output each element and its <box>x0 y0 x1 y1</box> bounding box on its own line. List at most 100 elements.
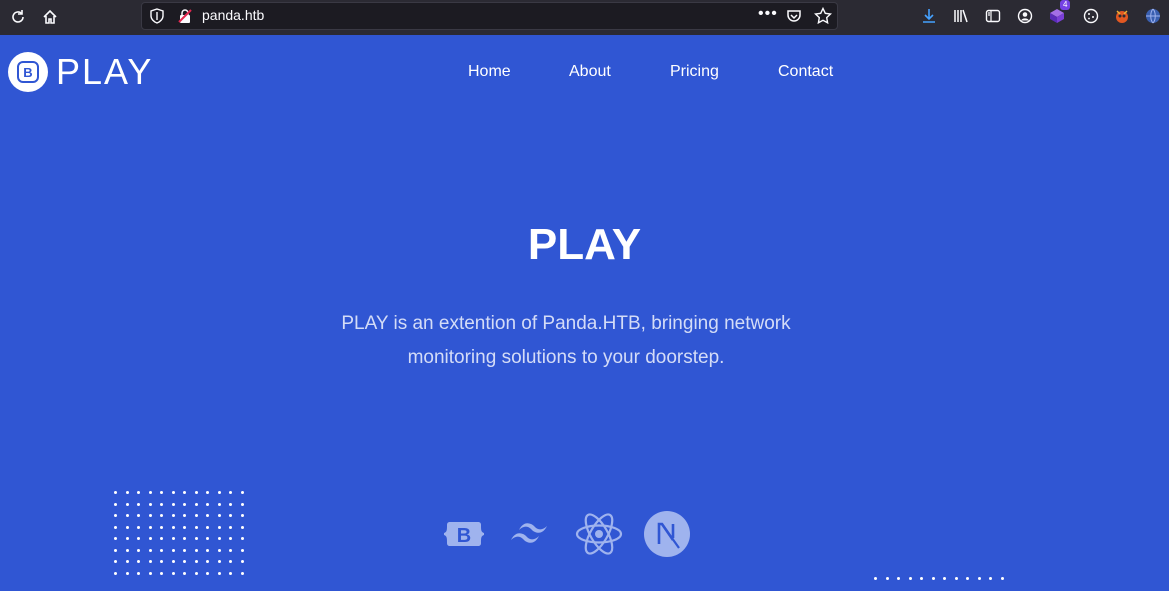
tailwind-icon <box>507 510 555 558</box>
sidebar-icon[interactable] <box>982 5 1004 27</box>
decorative-dot <box>943 577 946 580</box>
decorative-dot <box>229 548 232 552</box>
decorative-dot <box>217 560 221 563</box>
decorative-dot <box>171 502 175 506</box>
decorative-dot <box>114 502 117 506</box>
account-icon[interactable] <box>1014 5 1036 27</box>
decorative-dot <box>171 525 175 529</box>
decorative-dot <box>206 525 209 529</box>
reload-icon[interactable] <box>7 6 29 28</box>
decorative-dot <box>137 525 140 529</box>
decorative-dot <box>194 537 198 540</box>
decorative-dot <box>148 537 152 540</box>
decorative-dot <box>206 571 209 575</box>
decorative-dot <box>217 548 221 552</box>
decorative-dot <box>171 537 175 540</box>
decorative-dot <box>240 560 244 563</box>
decorative-dot <box>1000 577 1004 580</box>
decorative-dot <box>920 577 923 580</box>
decorative-dots-right <box>874 577 1014 589</box>
decorative-dot <box>160 537 163 540</box>
nav-pricing[interactable]: Pricing <box>670 63 719 81</box>
home-icon[interactable] <box>39 6 61 28</box>
decorative-dot <box>206 491 209 494</box>
decorative-dot <box>966 577 969 580</box>
decorative-dot <box>229 514 232 517</box>
decorative-dot <box>171 514 175 517</box>
globe-extension-icon[interactable] <box>1142 5 1164 27</box>
decorative-dot <box>114 491 117 494</box>
decorative-dot <box>125 514 129 517</box>
insecure-lock-icon[interactable] <box>177 8 193 28</box>
library-icon[interactable] <box>950 5 972 27</box>
decorative-dot <box>183 514 186 517</box>
decorative-dot <box>931 577 935 580</box>
decorative-dot <box>206 502 209 506</box>
decorative-dot <box>160 525 163 529</box>
decorative-dot <box>114 514 117 517</box>
decorative-dot <box>206 514 209 517</box>
decorative-dot <box>954 577 958 580</box>
decorative-dot <box>885 577 889 580</box>
decorative-dot <box>229 502 232 506</box>
nav-home[interactable]: Home <box>468 63 511 81</box>
decorative-dot <box>240 514 244 517</box>
decorative-dots-left <box>114 491 254 591</box>
decorative-dot <box>240 571 244 575</box>
decorative-dot <box>217 514 221 517</box>
decorative-dot <box>160 491 163 494</box>
url-text[interactable]: panda.htb <box>202 7 264 23</box>
decorative-dot <box>183 537 186 540</box>
extension-badge: 4 <box>1060 0 1071 10</box>
bootstrap-icon: B <box>440 510 488 558</box>
decorative-dot <box>148 525 152 529</box>
tracking-shield-icon[interactable] <box>149 8 165 28</box>
decorative-dot <box>183 571 186 575</box>
web-page: B PLAY Home About Pricing Contact PLAY P… <box>0 35 1169 591</box>
decorative-dot <box>217 502 221 506</box>
decorative-dot <box>160 571 163 575</box>
hero-description: PLAY is an extention of Panda.HTB, bring… <box>341 313 791 368</box>
decorative-dot <box>160 502 163 506</box>
decorative-dot <box>183 491 186 494</box>
decorative-dot <box>137 571 140 575</box>
nav-about[interactable]: About <box>569 63 611 81</box>
decorative-dot <box>114 560 117 563</box>
nav-contact[interactable]: Contact <box>778 63 833 81</box>
decorative-dot <box>229 525 232 529</box>
decorative-dot <box>240 525 244 529</box>
decorative-dot <box>148 548 152 552</box>
decorative-dot <box>114 548 117 552</box>
decorative-dot <box>217 537 221 540</box>
decorative-dot <box>194 491 198 494</box>
decorative-dot <box>125 525 129 529</box>
decorative-dot <box>125 537 129 540</box>
decorative-dot <box>897 577 900 580</box>
hackbar-extension-icon[interactable] <box>1111 5 1133 27</box>
page-actions-menu[interactable]: ••• <box>758 5 778 23</box>
decorative-dot <box>217 525 221 529</box>
decorative-dot <box>183 548 186 552</box>
react-icon <box>575 510 623 558</box>
decorative-dot <box>183 560 186 563</box>
url-bar[interactable]: panda.htb ••• <box>141 2 838 30</box>
pocket-icon[interactable] <box>786 8 802 28</box>
bookmark-star-icon[interactable] <box>813 6 833 29</box>
hero-title: PLAY <box>527 220 642 269</box>
decorative-dot <box>137 537 140 540</box>
decorative-dot <box>240 491 244 494</box>
decorative-dot <box>148 514 152 517</box>
decorative-dot <box>148 502 152 506</box>
decorative-dot <box>160 560 163 563</box>
decorative-dot <box>137 514 140 517</box>
decorative-dot <box>160 514 163 517</box>
svg-text:B: B <box>457 525 471 547</box>
decorative-dot <box>989 577 992 580</box>
decorative-dot <box>977 577 981 580</box>
cookie-icon[interactable] <box>1080 5 1102 27</box>
decorative-dot <box>171 571 175 575</box>
decorative-dot <box>114 525 117 529</box>
decorative-dot <box>874 577 877 580</box>
downloads-icon[interactable] <box>918 5 940 27</box>
nextjs-icon <box>643 510 691 558</box>
